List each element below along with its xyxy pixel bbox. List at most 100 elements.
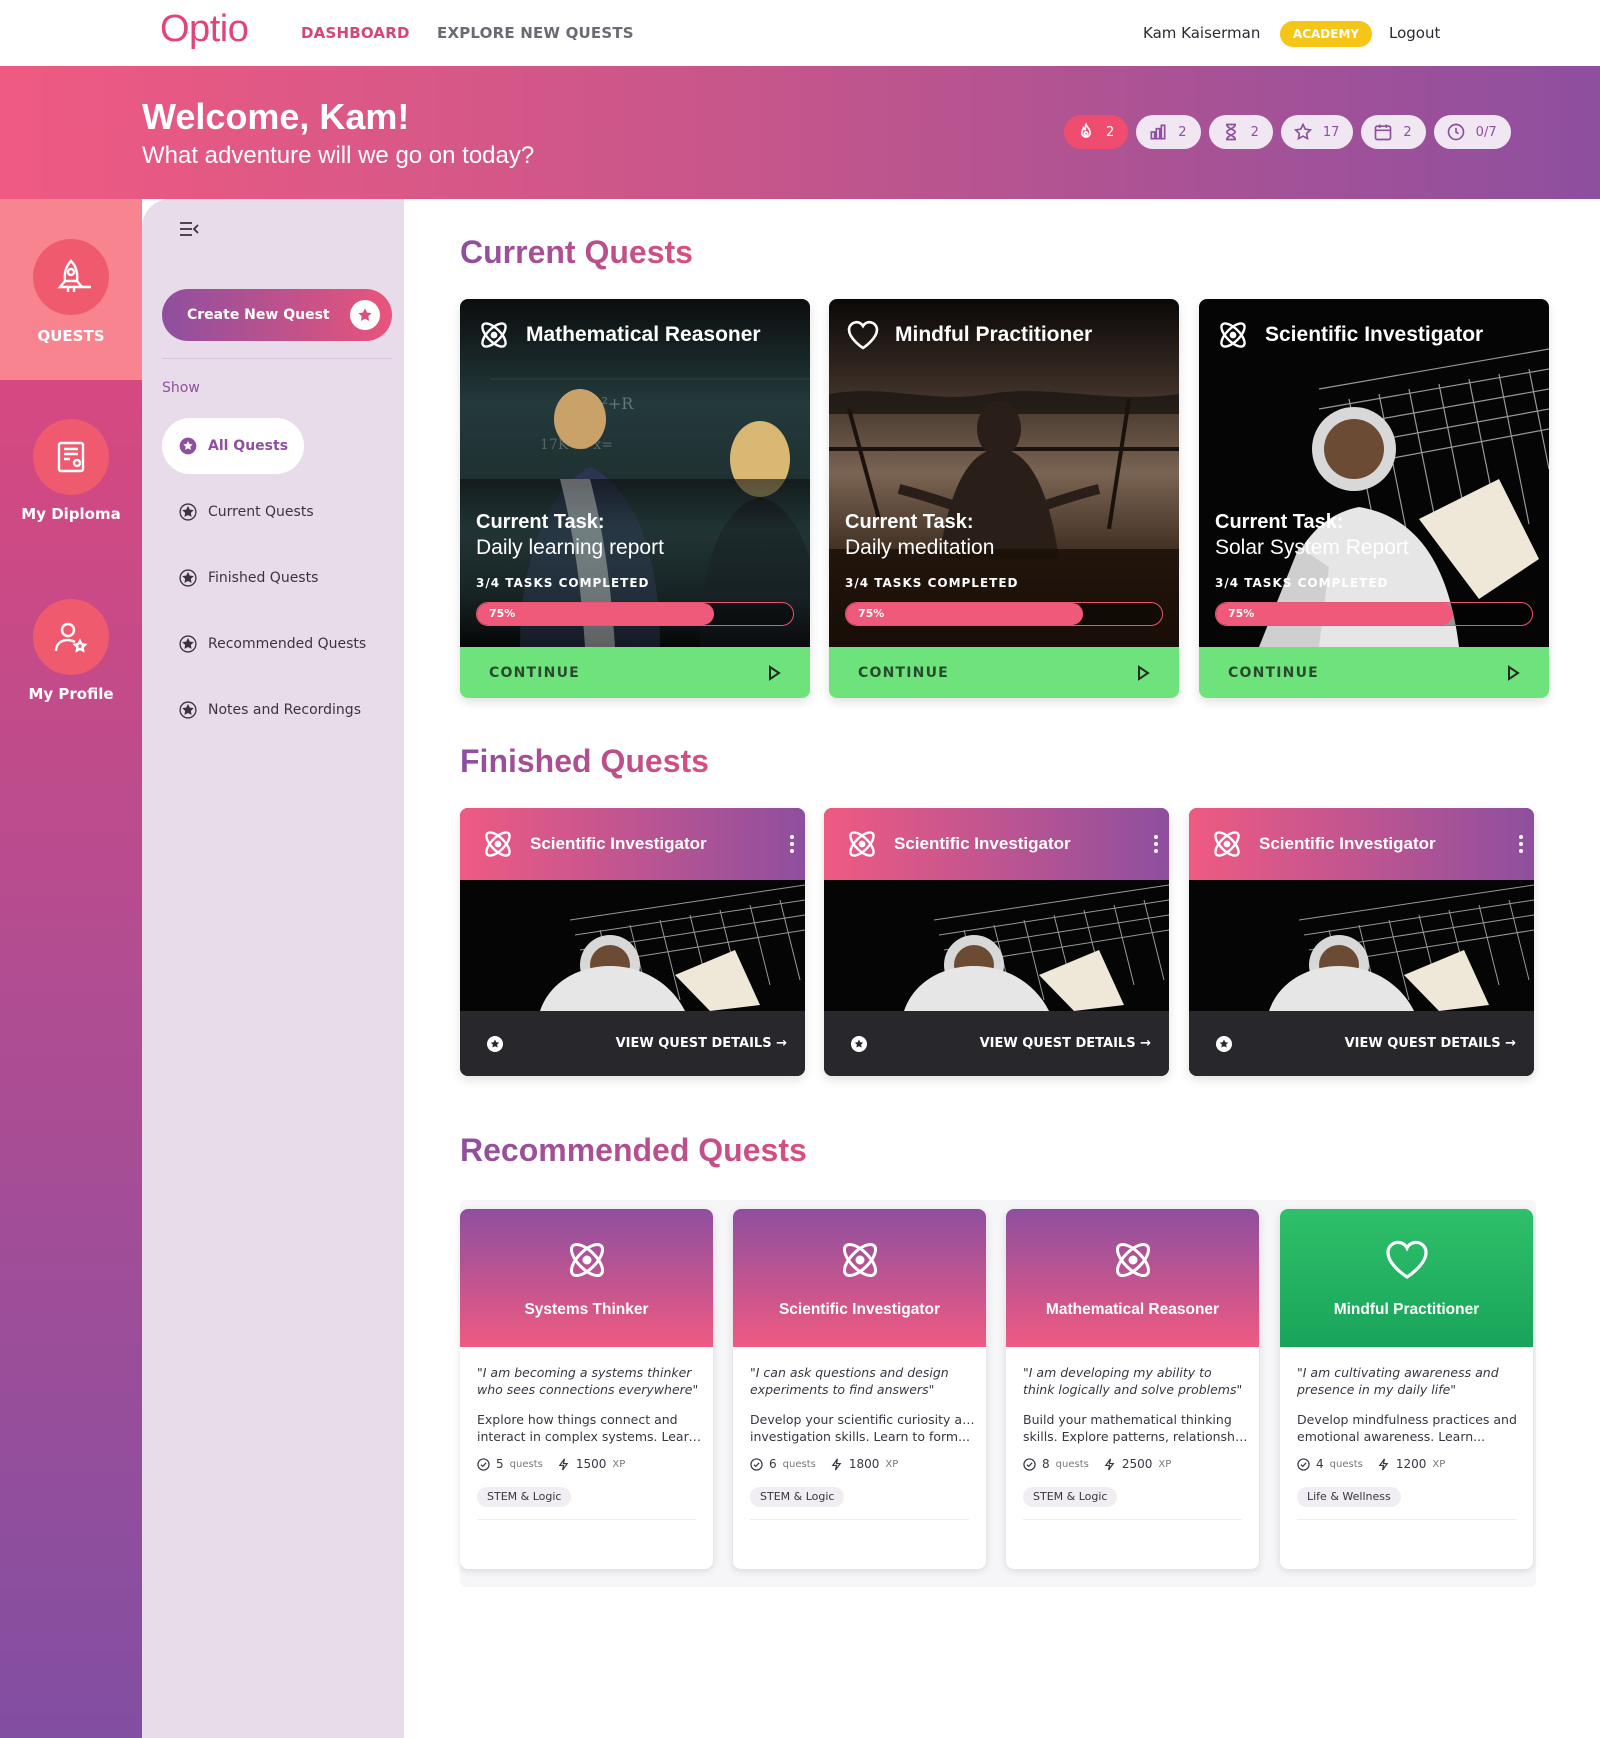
welcome-title: Welcome, Kam! (142, 96, 410, 137)
quest-xp: 1800 (848, 1457, 880, 1471)
quest-description-line: Explore how things connect and (477, 1412, 678, 1427)
stat-time[interactable]: 2 (1208, 115, 1273, 149)
quest-title: Scientific Investigator (1215, 317, 1483, 353)
recommended-quest-card[interactable]: Mindful Practitioner "I am cultivating a… (1280, 1209, 1533, 1569)
filter-current-quests[interactable]: Current Quests (162, 484, 330, 540)
quest-description-line: Develop your scientific curiosity and (750, 1412, 975, 1427)
current-quest-card[interactable]: Mindful Practitioner Current Task: Daily… (829, 299, 1179, 698)
finished-quest-card[interactable]: Scientific Investigator VIEW QUEST DETAI… (824, 808, 1169, 1076)
bar-chart-icon (1150, 124, 1166, 140)
stat-level[interactable]: 2 (1136, 115, 1201, 149)
lightning-icon (831, 1458, 842, 1470)
nav-dashboard-link[interactable]: DASHBOARD (301, 24, 410, 42)
optio-logo[interactable]: Optio (160, 8, 249, 51)
quest-description-line: interact in complex systems. Learn... (477, 1429, 702, 1444)
recommended-quest-card[interactable]: Systems Thinker "I am becoming a systems… (460, 1209, 713, 1569)
check-circle-icon (750, 1457, 763, 1471)
finished-quest-header: Scientific Investigator (824, 808, 1169, 880)
filter-label: Notes and Recordings (208, 702, 361, 718)
star-circle-icon (179, 569, 197, 587)
progress-percent: 75% (489, 607, 516, 620)
finished-quest-card[interactable]: Scientific Investigator VIEW QUEST DETAI… (460, 808, 805, 1076)
quest-description-line: skills. Explore patterns, relationship..… (1023, 1429, 1248, 1444)
view-quest-details-link[interactable]: VIEW QUEST DETAILS → (616, 1036, 787, 1051)
stat-stars[interactable]: 17 (1280, 115, 1354, 149)
lightning-icon (558, 1458, 569, 1470)
recommended-quest-card[interactable]: Mathematical Reasoner "I am developing m… (1006, 1209, 1259, 1569)
rail-quests[interactable]: QUESTS (0, 199, 142, 380)
quest-meta: 4 quests 1200 XP (1297, 1457, 1445, 1471)
quest-quote: "I am cultivating awareness and presence… (1297, 1365, 1499, 1397)
view-quest-details-link[interactable]: VIEW QUEST DETAILS → (1345, 1036, 1516, 1051)
play-icon (769, 664, 781, 681)
clock-icon (1447, 123, 1465, 141)
quest-title: Mindful Practitioner (845, 317, 1092, 353)
check-circle-icon (1023, 1457, 1036, 1471)
finished-quests-title: Finished Quests (460, 743, 709, 779)
more-options-icon[interactable] (1518, 834, 1524, 854)
filter-label: Finished Quests (208, 570, 319, 586)
logout-link[interactable]: Logout (1389, 24, 1440, 42)
current-task-name: Solar System Report (1215, 536, 1409, 559)
stat-clock[interactable]: 0/7 (1433, 115, 1511, 149)
create-quest-button[interactable]: Create New Quest (162, 289, 392, 341)
quest-count: 6 (769, 1457, 777, 1471)
quest-count-label: quests (1055, 1458, 1089, 1470)
quest-description: Explore how things connect and interact … (477, 1411, 702, 1445)
filter-notes-recordings[interactable]: Notes and Recordings (162, 682, 377, 738)
diploma-icon (57, 441, 85, 473)
user-name[interactable]: Kam Kaiserman (1143, 24, 1260, 42)
current-quest-card[interactable]: y=x²+R 17K=1 x= Mathematical Reasoner Cu… (460, 299, 810, 698)
tasks-completed: 3/4 TASKS COMPLETED (845, 576, 1019, 590)
finished-quest-header: Scientific Investigator (460, 808, 805, 880)
hourglass-icon (1225, 123, 1236, 141)
calendar-icon (1375, 124, 1392, 141)
lightning-icon (1378, 1458, 1389, 1470)
quest-meta: 5 quests 1500 XP (477, 1457, 625, 1471)
top-nav: Optio DASHBOARD EXPLORE NEW QUESTS Kam K… (0, 0, 1600, 66)
quest-tag: STEM & Logic (477, 1487, 572, 1507)
quest-count-label: quests (782, 1458, 816, 1470)
finished-quest-footer: VIEW QUEST DETAILS → (460, 1011, 805, 1076)
current-quest-card[interactable]: Scientific Investigator Current Task: So… (1199, 299, 1549, 698)
welcome-banner: Welcome, Kam! What adventure will we go … (0, 66, 1600, 199)
rail-diploma[interactable]: My Diploma (0, 419, 142, 523)
recommended-quest-card[interactable]: Scientific Investigator "I can ask quest… (733, 1209, 986, 1569)
quest-xp-label: XP (1432, 1458, 1446, 1470)
stat-streak-value: 2 (1106, 124, 1115, 140)
more-options-icon[interactable] (1153, 834, 1159, 854)
quest-xp-label: XP (612, 1458, 626, 1470)
filter-all-quests[interactable]: All Quests (162, 418, 305, 474)
progress-percent: 75% (1228, 607, 1255, 620)
left-rail: QUESTS My Diploma My Profile (0, 199, 142, 1738)
filter-recommended-quests[interactable]: Recommended Quests (162, 616, 382, 672)
astronaut-image (824, 880, 1169, 1011)
filter-finished-quests[interactable]: Finished Quests (162, 550, 334, 606)
card-divider (1297, 1519, 1516, 1520)
rail-profile[interactable]: My Profile (0, 599, 142, 703)
finished-quest-card[interactable]: Scientific Investigator VIEW QUEST DETAI… (1189, 808, 1534, 1076)
view-quest-details-link[interactable]: VIEW QUEST DETAILS → (980, 1036, 1151, 1051)
filter-label: Current Quests (208, 504, 314, 520)
nav-explore-link[interactable]: EXPLORE NEW QUESTS (437, 24, 634, 42)
stat-calendar[interactable]: 2 (1361, 115, 1426, 149)
star-circle-icon (179, 635, 197, 653)
academy-badge: ACADEMY (1280, 21, 1372, 47)
recommended-quest-header: Systems Thinker (460, 1209, 713, 1347)
filter-label: Recommended Quests (208, 636, 367, 652)
quest-tag: STEM & Logic (750, 1487, 845, 1507)
continue-button[interactable]: CONTINUE (460, 647, 810, 698)
recommended-quest-header: Mindful Practitioner (1280, 1209, 1533, 1347)
progress-bar: 75% (476, 602, 794, 626)
rail-quests-circle (33, 239, 109, 315)
user-star-icon (54, 622, 88, 653)
stat-streak[interactable]: 2 (1064, 115, 1129, 149)
collapse-sidebar-icon[interactable] (178, 219, 200, 239)
atom-icon (481, 322, 507, 348)
recommended-quest-name: Scientific Investigator (778, 1301, 941, 1318)
atom-icon (1115, 1242, 1151, 1278)
continue-button[interactable]: CONTINUE (1199, 647, 1549, 698)
current-task-name: Daily meditation (845, 536, 995, 559)
more-options-icon[interactable] (789, 834, 795, 854)
continue-button[interactable]: CONTINUE (829, 647, 1179, 698)
